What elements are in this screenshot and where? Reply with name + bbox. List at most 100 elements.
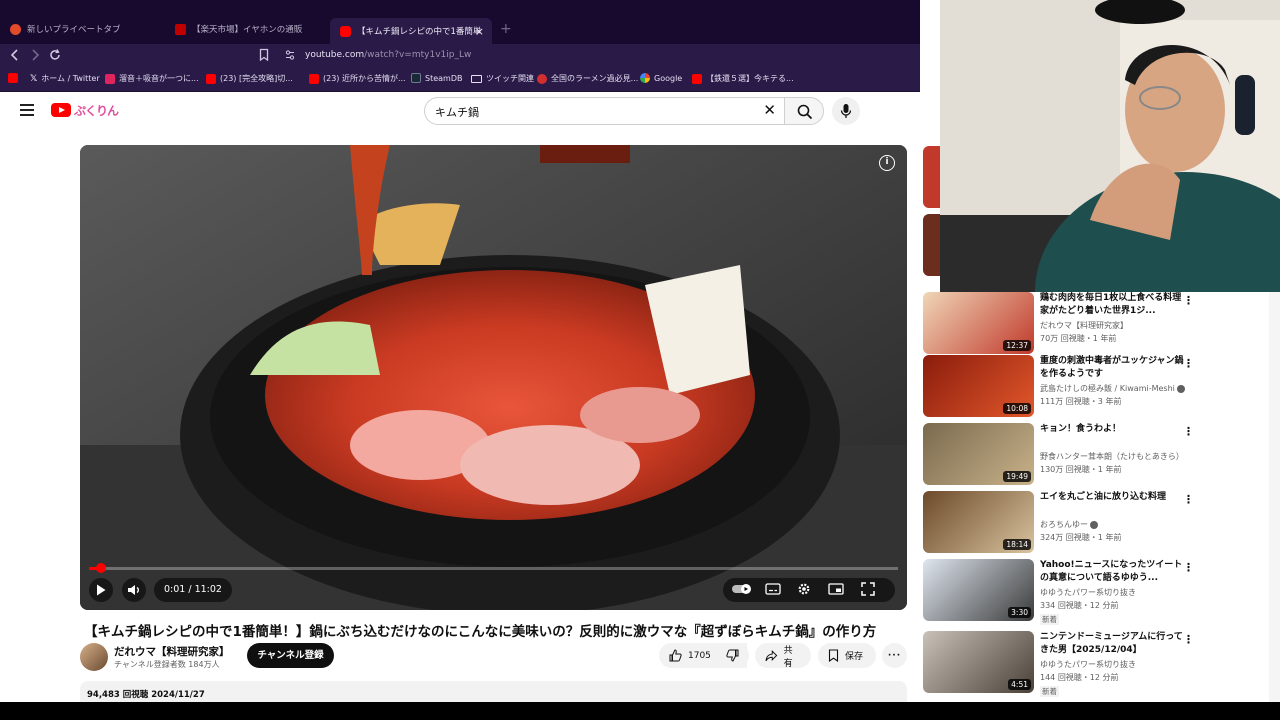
current-time: 0:01 (164, 584, 186, 595)
settings-button[interactable] (797, 582, 811, 599)
recommendation-channel[interactable]: 武島たけしの極み飯 / Kiwami-Meshi (1040, 383, 1190, 394)
dislike-button[interactable] (716, 643, 749, 668)
menu-icon[interactable] (20, 104, 34, 119)
bookmark-google[interactable]: Google (640, 73, 682, 83)
tab-label: 【キムチ鍋レシピの中で1番簡単！】鍋 (357, 27, 482, 37)
like-count: 1705 (688, 650, 711, 661)
bookmark-video-3[interactable]: 【鉄還５選】今キテる... (692, 73, 794, 84)
recommendation-title[interactable]: ニンテンドーミュージアムに行ってきた男【2025/12/04】 (1040, 631, 1190, 656)
tab-rakuten[interactable]: 【楽天市場】イヤホンの通販 (165, 18, 330, 40)
play-button[interactable] (89, 578, 113, 602)
bookmark-youtube[interactable] (8, 73, 18, 83)
fullscreen-button[interactable] (861, 582, 875, 599)
site-info-icon[interactable] (285, 49, 295, 65)
recommendation-channel[interactable]: 野食ハンター茸本朗（たけもとあきら） (1040, 451, 1190, 462)
video-thumbnail[interactable]: 12:37 (923, 292, 1034, 354)
bottom-frame (0, 702, 1280, 720)
tab-private[interactable]: 新しいプライベートタブ (0, 18, 165, 40)
more-actions-button[interactable]: ··· (882, 643, 907, 668)
video-thumbnail[interactable]: 10:08 (923, 355, 1034, 417)
youtube-icon (206, 73, 216, 84)
tab-youtube-active[interactable]: 【キムチ鍋レシピの中で1番簡単！】鍋 × (330, 18, 492, 44)
recommendation-meta: 334 回視聴・12 分前 (1040, 601, 1119, 610)
bookmark-label: (23) [完全攻略]切... (220, 74, 293, 83)
recommendation-channel[interactable]: だれウマ【料理研究家】 (1040, 320, 1190, 331)
recommendation-item[interactable]: 10:08 重度の刺激中毒者がユッケジャン鍋を作るようです武島たけしの極み飯 / … (923, 355, 1280, 417)
bookmark-ramen[interactable]: 全国のラーメン過必見... (537, 73, 638, 84)
video-thumbnail[interactable]: 19:49 (923, 423, 1034, 485)
video-frame (80, 145, 907, 610)
ramen-icon (537, 73, 547, 84)
steamdb-icon (411, 73, 421, 83)
recommendation-item[interactable]: 18:14 エイを丸ごと油に放り込む料理 おろちんゆー 324万 回視聴・1 年前 ⋮ (923, 491, 1280, 553)
page-scrollbar[interactable] (1269, 292, 1280, 702)
search-button[interactable] (784, 97, 824, 125)
new-tab-icon[interactable]: + (500, 21, 512, 37)
recommendation-title[interactable]: 鶏む肉肉を毎日1枚以上食べる料理家がたどり着いた世界1ジ... (1040, 292, 1190, 317)
recommendation-title[interactable]: エイを丸ごと油に放り込む料理 (1040, 491, 1190, 504)
subscribe-button[interactable]: チャンネル登録 (247, 643, 334, 668)
more-options-icon[interactable]: ⋮ (1183, 294, 1194, 307)
video-thumbnail[interactable]: 3:30 (923, 559, 1034, 621)
recommendation-item[interactable]: 19:49 キョン！食うわよ！ 野食ハンター茸本朗（たけもとあきら） 130万 回視聴… (923, 423, 1280, 485)
brave-icon (10, 23, 21, 35)
bookmark-video-1[interactable]: (23) [完全攻略]切... (206, 73, 293, 84)
subtitles-button[interactable] (765, 582, 781, 599)
search-input[interactable]: キムチ鍋 ✕ (424, 97, 784, 125)
verified-icon (1090, 520, 1098, 529)
youtube-logo[interactable] (51, 103, 71, 117)
more-options-icon[interactable]: ⋮ (1183, 561, 1194, 574)
recommendation-meta: 111万 回視聴・3 年前 (1040, 397, 1122, 406)
youtube-icon (692, 73, 702, 84)
duration-badge: 3:30 (1008, 607, 1031, 618)
autoplay-toggle[interactable] (731, 582, 753, 599)
more-options-icon[interactable]: ⋮ (1183, 493, 1194, 506)
clear-search-icon[interactable]: ✕ (763, 101, 776, 119)
recommendation-item[interactable]: 4:51 ニンテンドーミュージアムに行ってきた男【2025/12/04】ゆゆうたパ… (923, 631, 1280, 697)
tab-close-icon[interactable]: × (475, 25, 484, 38)
bookmark-twitter[interactable]: 𝕏 ホーム / Twitter (30, 73, 100, 84)
voice-search-button[interactable] (832, 97, 860, 125)
share-button[interactable]: 共有 (755, 643, 811, 669)
miniplayer-icon (828, 583, 844, 595)
bookmark-icon[interactable] (259, 48, 269, 66)
webcam-overlay (940, 0, 1280, 292)
bookmark-label: Google (654, 73, 683, 83)
partial-thumb-2[interactable] (923, 214, 940, 276)
save-button[interactable]: 保存 (818, 643, 876, 668)
recommendation-item[interactable]: 12:37 鶏む肉肉を毎日1枚以上食べる料理家がたどり着いた世界1ジ... だれウマ… (923, 292, 1280, 354)
address-bar[interactable]: youtube.com/watch?v=mty1v1ip_Lw (305, 50, 471, 60)
recommendation-channel[interactable]: ゆゆうたパワー系切り抜き (1040, 659, 1190, 670)
channel-avatar[interactable] (80, 643, 108, 671)
youtube-doodle[interactable]: ぷくりん (74, 102, 119, 119)
volume-icon (128, 585, 139, 595)
more-options-icon[interactable]: ⋮ (1183, 425, 1194, 438)
recommendation-title[interactable]: 重度の刺激中毒者がユッケジャン鍋を作るようです (1040, 355, 1190, 380)
channel-name[interactable]: だれウマ【料理研究家】 (114, 644, 230, 659)
partial-thumb-1[interactable] (923, 146, 940, 208)
bookmark-folder-twitch[interactable]: ツイッチ関連 (471, 73, 534, 84)
recommendation-meta: 324万 回視聴・1 年前 (1040, 533, 1122, 542)
bookmark-soundproof[interactable]: 溜音＋吸音が一つに... (105, 73, 199, 84)
forward-icon[interactable] (29, 48, 41, 66)
recommendation-title[interactable]: Yahoo!ニュースになったツイートの真意について語るゆゆう... (1040, 559, 1190, 584)
video-thumbnail[interactable]: 4:51 (923, 631, 1034, 693)
more-options-icon[interactable]: ⋮ (1183, 357, 1194, 370)
bookmark-video-2[interactable]: (23) 近所から苦情が... (309, 73, 406, 84)
progress-bar[interactable] (89, 563, 898, 573)
recommendation-channel[interactable]: ゆゆうたパワー系切り抜き (1040, 587, 1190, 598)
recommendation-meta: 70万 回視聴・1 年前 (1040, 334, 1117, 343)
video-thumbnail[interactable]: 18:14 (923, 491, 1034, 553)
video-player[interactable]: i 0:01 / 11:02 (80, 145, 907, 610)
more-options-icon[interactable]: ⋮ (1183, 633, 1194, 646)
reload-icon[interactable] (48, 48, 62, 66)
recommendation-item[interactable]: 3:30 Yahoo!ニュースになったツイートの真意について語るゆゆう... ゆゆう… (923, 559, 1280, 625)
back-icon[interactable] (9, 48, 21, 66)
info-icon[interactable]: i (879, 155, 895, 171)
miniplayer-button[interactable] (828, 582, 844, 599)
volume-button[interactable] (122, 578, 146, 602)
bookmark-steamdb[interactable]: SteamDB (411, 73, 462, 83)
recommendation-channel[interactable]: おろちんゆー (1040, 519, 1190, 530)
recommendation-meta: 130万 回視聴・1 年前 (1040, 465, 1122, 474)
recommendation-title[interactable]: キョン！食うわよ！ (1040, 423, 1190, 436)
